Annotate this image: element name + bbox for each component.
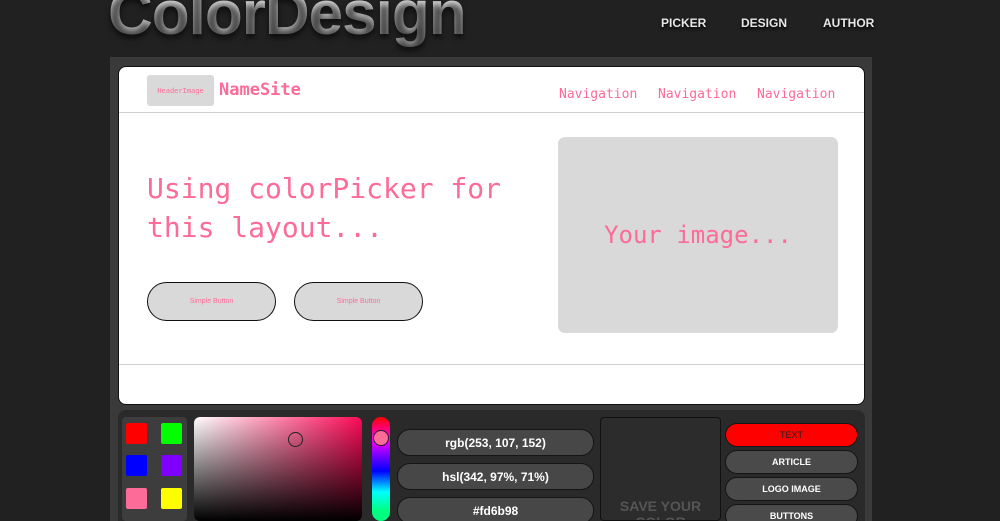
save-color-label: SAVE YOUR COLOR xyxy=(619,498,702,520)
footer-divider xyxy=(119,364,864,365)
simple-button-1[interactable]: Simple Button xyxy=(147,282,276,321)
rgb-value-field[interactable]: rgb(253, 107, 152) xyxy=(397,429,594,456)
header-divider xyxy=(119,112,864,113)
swatch-pink[interactable] xyxy=(126,488,147,509)
image-placeholder: Your image... xyxy=(558,137,838,333)
swatch-red[interactable] xyxy=(126,423,147,444)
save-color-button[interactable]: SAVE YOUR COLOR xyxy=(600,417,721,521)
preview-nav-3[interactable]: Navigation xyxy=(757,87,835,102)
swatch-blue[interactable] xyxy=(126,455,147,476)
swatch-green[interactable] xyxy=(161,423,182,444)
simple-button-2[interactable]: Simple Button xyxy=(294,282,423,321)
target-buttons-button[interactable]: BUTTONS xyxy=(725,504,858,521)
hero-text: Using colorPicker for this layout... xyxy=(147,172,502,244)
layout-preview: HeaderImage NameSite Navigation Navigati… xyxy=(118,66,865,405)
hex-value-field[interactable]: #fd6b98 xyxy=(397,497,594,521)
hue-handle[interactable] xyxy=(373,430,389,446)
topnav-author[interactable]: AUTHOR xyxy=(823,16,874,30)
topnav-picker[interactable]: PICKER xyxy=(661,16,706,30)
preview-nav-2[interactable]: Navigation xyxy=(658,87,736,102)
saturation-handle[interactable] xyxy=(288,432,303,447)
target-article-button[interactable]: ARTICLE xyxy=(725,450,858,474)
hsl-value-field[interactable]: hsl(342, 97%, 71%) xyxy=(397,463,594,490)
topnav-design[interactable]: DESIGN xyxy=(741,16,787,30)
swatch-yellow[interactable] xyxy=(161,488,182,509)
header-image-placeholder: HeaderImage xyxy=(147,75,214,106)
swatch-purple[interactable] xyxy=(161,455,182,476)
app-logo: ColorDesign xyxy=(108,0,467,49)
target-text-button[interactable]: TEXT xyxy=(725,423,858,447)
site-name: NameSite xyxy=(219,80,301,100)
target-logo-image-button[interactable]: LOGO IMAGE xyxy=(725,477,858,501)
saturation-value-area[interactable] xyxy=(194,417,362,521)
preview-nav-1[interactable]: Navigation xyxy=(559,87,637,102)
